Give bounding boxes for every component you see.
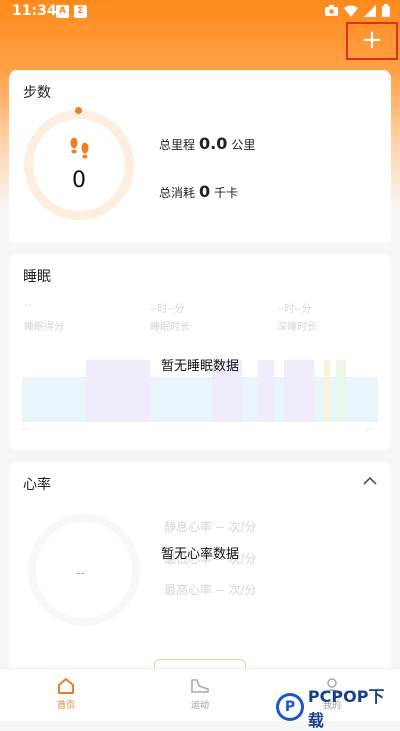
sleep-score-value: -- <box>24 300 32 311</box>
total-calories: 总消耗 0 千卡 <box>159 182 238 201</box>
nav-item-home[interactable]: 首页 <box>36 677 96 711</box>
deep-sleep-value: --时--分 <box>277 304 312 315</box>
highest-heart-rate-value: -- <box>215 583 225 597</box>
sleep-duration-value: --时--分 <box>150 304 185 315</box>
distance-label: 总里程 <box>159 138 196 152</box>
heart-rate-empty-message: 暂无心率数据 <box>160 547 239 562</box>
resting-heart-rate-unit: 次/分 <box>228 520 257 534</box>
calorie-unit: 千卡 <box>214 186 239 200</box>
sleep-empty-message: 暂无睡眠数据 <box>160 359 239 374</box>
notification-app-icon: A <box>56 5 69 18</box>
wifi-icon <box>344 5 358 17</box>
highest-heart-rate-unit: 次/分 <box>228 583 257 597</box>
steps-card[interactable]: 步数 0 总里程 0.0 公里 总消耗 0 千卡 <box>9 70 391 243</box>
calorie-value: 0 <box>199 182 211 201</box>
heart-rate-card-title: 心率 <box>23 477 51 493</box>
resting-heart-rate-label: 静息心率 <box>164 520 213 534</box>
site-watermark: P PCPOP下载 <box>276 683 400 731</box>
heart-rate-ring-value: -- <box>76 566 85 580</box>
sleep-card-title: 睡眠 <box>23 269 51 285</box>
distance-value: 0.0 <box>199 134 228 153</box>
notification-app-icon: Σ <box>74 5 87 18</box>
status-bar: 11:34 A Σ <box>0 0 400 24</box>
battery-icon <box>382 4 390 17</box>
steps-count: 0 <box>72 168 86 193</box>
footprints-icon <box>70 137 89 159</box>
sleep-axis-end: -- <box>366 424 374 435</box>
steps-card-title: 步数 <box>23 85 51 101</box>
sleep-duration-label: 睡眠时长 <box>150 322 190 333</box>
deep-sleep-label: 深睡时长 <box>277 322 317 333</box>
steps-ring <box>24 110 134 220</box>
add-button[interactable]: + <box>346 22 398 60</box>
chevron-up-icon[interactable] <box>363 476 377 486</box>
sleep-axis-start: -- <box>22 424 30 435</box>
highest-heart-rate-label: 最高心率 <box>164 583 213 597</box>
shoe-icon <box>191 679 209 693</box>
nav-label-exercise: 运动 <box>190 701 209 711</box>
watermark-logo: P <box>276 693 304 721</box>
resting-heart-rate-value: -- <box>215 520 225 534</box>
calorie-label: 总消耗 <box>159 186 196 200</box>
distance-unit: 公里 <box>231 138 256 152</box>
steps-ring-progress-dot <box>75 107 82 114</box>
camera-icon <box>325 5 338 16</box>
signal-icon <box>364 4 376 17</box>
watermark-text: PCPOP下载 <box>307 687 385 730</box>
home-icon <box>58 678 74 694</box>
status-time: 11:34 <box>12 3 57 19</box>
nav-item-exercise[interactable]: 运动 <box>170 677 230 711</box>
nav-label-home: 首页 <box>56 701 75 711</box>
highest-heart-rate: 最高心率 -- 次/分 <box>164 581 256 598</box>
total-distance: 总里程 0.0 公里 <box>159 134 255 153</box>
resting-heart-rate: 静息心率 -- 次/分 <box>164 518 256 535</box>
sleep-score-label: 睡眠得分 <box>24 322 64 333</box>
